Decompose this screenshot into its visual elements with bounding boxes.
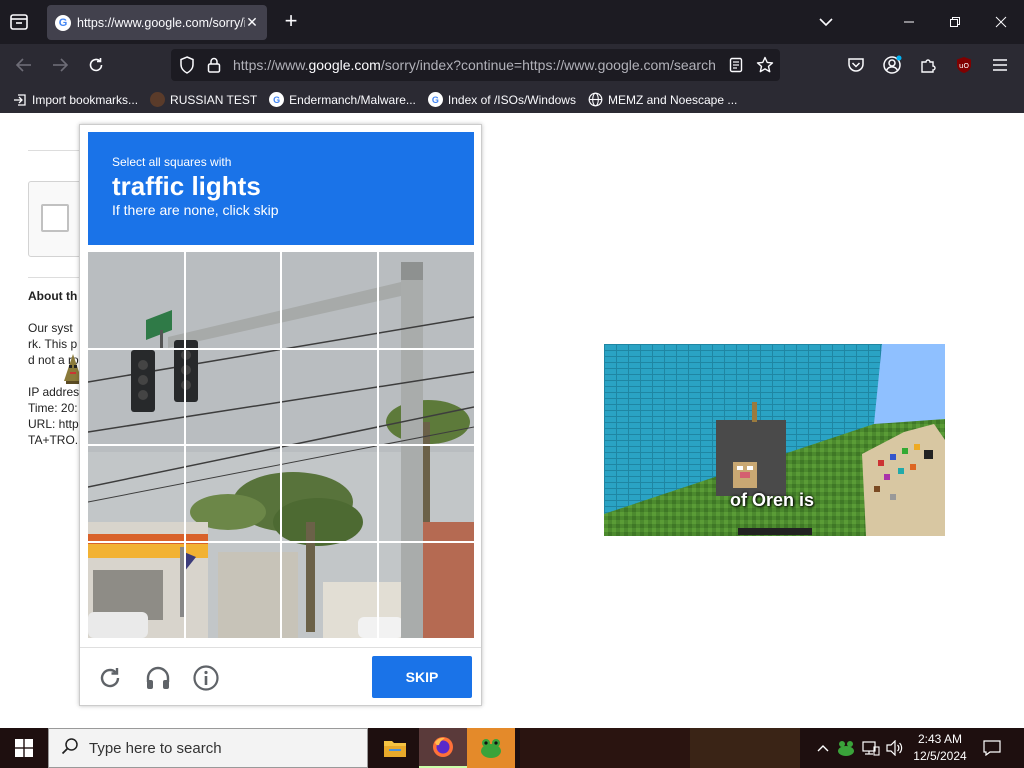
bookmark-label: RUSSIAN TEST xyxy=(170,92,258,107)
google-icon: G xyxy=(427,92,443,107)
taskbar: Type here to search 2:43 AM 12/5/2024 xyxy=(0,728,1024,768)
image-tile[interactable] xyxy=(282,446,377,541)
challenge-hint: If there are none, click skip xyxy=(112,202,279,218)
file-explorer-icon[interactable] xyxy=(371,728,419,768)
search-icon xyxy=(61,737,79,760)
list-all-tabs-icon[interactable] xyxy=(814,0,838,44)
svg-text:uO: uO xyxy=(959,62,969,70)
video-thumbnail[interactable]: of Oren is xyxy=(604,344,945,536)
image-tile[interactable] xyxy=(88,446,183,541)
show-hidden-icons-chevron-icon[interactable] xyxy=(813,728,833,768)
bookmark-label: Index of /ISOs/Windows xyxy=(447,92,576,107)
notification-center-icon[interactable] xyxy=(978,728,1006,768)
image-tile[interactable] xyxy=(379,446,474,541)
clock-date: 12/5/2024 xyxy=(913,749,967,763)
bookmark-star-icon[interactable] xyxy=(754,54,776,76)
back-arrow-icon[interactable] xyxy=(13,54,35,76)
image-tile[interactable] xyxy=(185,446,280,541)
frog-tray-icon[interactable] xyxy=(835,728,857,768)
bookmark-label: MEMZ and Noescape ... xyxy=(607,92,738,107)
hamburger-menu-icon[interactable] xyxy=(989,54,1011,76)
tab-list-icon[interactable] xyxy=(8,11,32,33)
google-icon: G xyxy=(269,92,285,107)
url-prefix: https://www. xyxy=(233,57,309,73)
image-grid xyxy=(88,252,474,638)
network-icon[interactable] xyxy=(860,728,882,768)
browser-tab[interactable]: G https://www.google.com/sorry/index?con… xyxy=(47,5,267,40)
lock-icon[interactable] xyxy=(203,54,225,76)
navigation-toolbar: https://www.google.com/sorry/index?conti… xyxy=(0,44,1024,86)
bookmark-label: Import bookmarks... xyxy=(32,92,139,107)
google-favicon-icon: G xyxy=(55,14,71,31)
image-tile[interactable] xyxy=(185,543,280,638)
horse-icon xyxy=(150,92,166,107)
image-tile[interactable] xyxy=(185,252,280,347)
about-heading: About th xyxy=(28,289,78,303)
new-tab-button[interactable]: + xyxy=(280,10,302,32)
extensions-puzzle-icon[interactable] xyxy=(917,54,939,76)
tab-bar: G https://www.google.com/sorry/index?con… xyxy=(0,0,1024,44)
forward-arrow-icon[interactable] xyxy=(49,54,71,76)
import-icon xyxy=(12,92,27,107)
reader-view-icon[interactable] xyxy=(725,54,747,76)
ublock-origin-icon[interactable]: uO xyxy=(953,54,975,76)
window-close-icon[interactable] xyxy=(982,0,1020,44)
challenge-target: traffic lights xyxy=(112,171,261,201)
audio-challenge-icon[interactable] xyxy=(143,663,173,693)
image-tile[interactable] xyxy=(88,349,183,444)
pocket-icon[interactable] xyxy=(845,54,867,76)
skip-button[interactable]: SKIP xyxy=(372,656,472,698)
captcha-challenge-dialog: Select all squares with traffic lights I… xyxy=(79,124,482,706)
recaptcha-checkbox[interactable] xyxy=(41,204,69,232)
challenge-footer: SKIP xyxy=(80,647,481,705)
tab-title: https://www.google.com/sorry/index?conti… xyxy=(77,15,245,30)
challenge-header: Select all squares with traffic lights I… xyxy=(88,132,474,245)
url-text[interactable]: https://www.google.com/sorry/index?conti… xyxy=(233,57,718,73)
clock-time: 2:43 AM xyxy=(917,732,963,746)
tile-grid xyxy=(88,252,474,638)
image-tile[interactable] xyxy=(379,543,474,638)
volume-icon[interactable] xyxy=(884,728,906,768)
image-tile[interactable] xyxy=(282,349,377,444)
bookmark-memz-noescape[interactable]: MEMZ and Noescape ... xyxy=(588,92,737,107)
video-caption: of Oren is xyxy=(730,490,815,510)
tab-close-icon[interactable]: ✕ xyxy=(245,14,259,31)
image-tile[interactable] xyxy=(379,349,474,444)
request-info-text: IP addres Time: 20: URL: http TA+TRO... xyxy=(28,385,85,447)
search-placeholder: Type here to search xyxy=(89,739,222,757)
tracking-protection-shield-icon[interactable] xyxy=(176,54,198,76)
url-domain: google.com xyxy=(308,57,381,73)
image-tile[interactable] xyxy=(88,543,183,638)
taskbar-search-box[interactable]: Type here to search xyxy=(48,728,368,768)
image-tile[interactable] xyxy=(185,349,280,444)
bookmark-russian-test[interactable]: RUSSIAN TEST xyxy=(150,92,257,107)
reload-icon[interactable] xyxy=(85,54,107,76)
address-bar[interactable]: https://www.google.com/sorry/index?conti… xyxy=(171,49,780,81)
account-icon[interactable] xyxy=(881,54,903,76)
windows-start-icon[interactable] xyxy=(0,728,48,768)
bookmarks-toolbar: Import bookmarks... RUSSIAN TEST G Ender… xyxy=(0,86,1024,113)
info-icon[interactable] xyxy=(191,663,221,693)
image-tile[interactable] xyxy=(282,543,377,638)
image-tile[interactable] xyxy=(88,252,183,347)
globe-icon xyxy=(588,92,603,107)
firefox-taskbar-icon[interactable] xyxy=(419,728,467,768)
image-tile[interactable] xyxy=(379,252,474,347)
restore-icon[interactable] xyxy=(936,0,974,44)
frog-app-icon[interactable] xyxy=(467,728,515,768)
url-path: /sorry/index?continue=https://www.google… xyxy=(380,57,716,73)
bookmark-endermanch-malware[interactable]: G Endermanch/Malware... xyxy=(269,92,416,107)
minimize-icon[interactable] xyxy=(890,0,928,44)
bookmark-import[interactable]: Import bookmarks... xyxy=(12,92,138,107)
taskbar-clock[interactable]: 2:43 AM 12/5/2024 xyxy=(906,731,974,765)
reload-challenge-icon[interactable] xyxy=(95,663,125,693)
bookmark-label: Endermanch/Malware... xyxy=(289,92,416,107)
bookmark-index-isos-windows[interactable]: G Index of /ISOs/Windows xyxy=(427,92,576,107)
image-tile[interactable] xyxy=(282,252,377,347)
challenge-instruction: Select all squares with xyxy=(112,155,232,169)
